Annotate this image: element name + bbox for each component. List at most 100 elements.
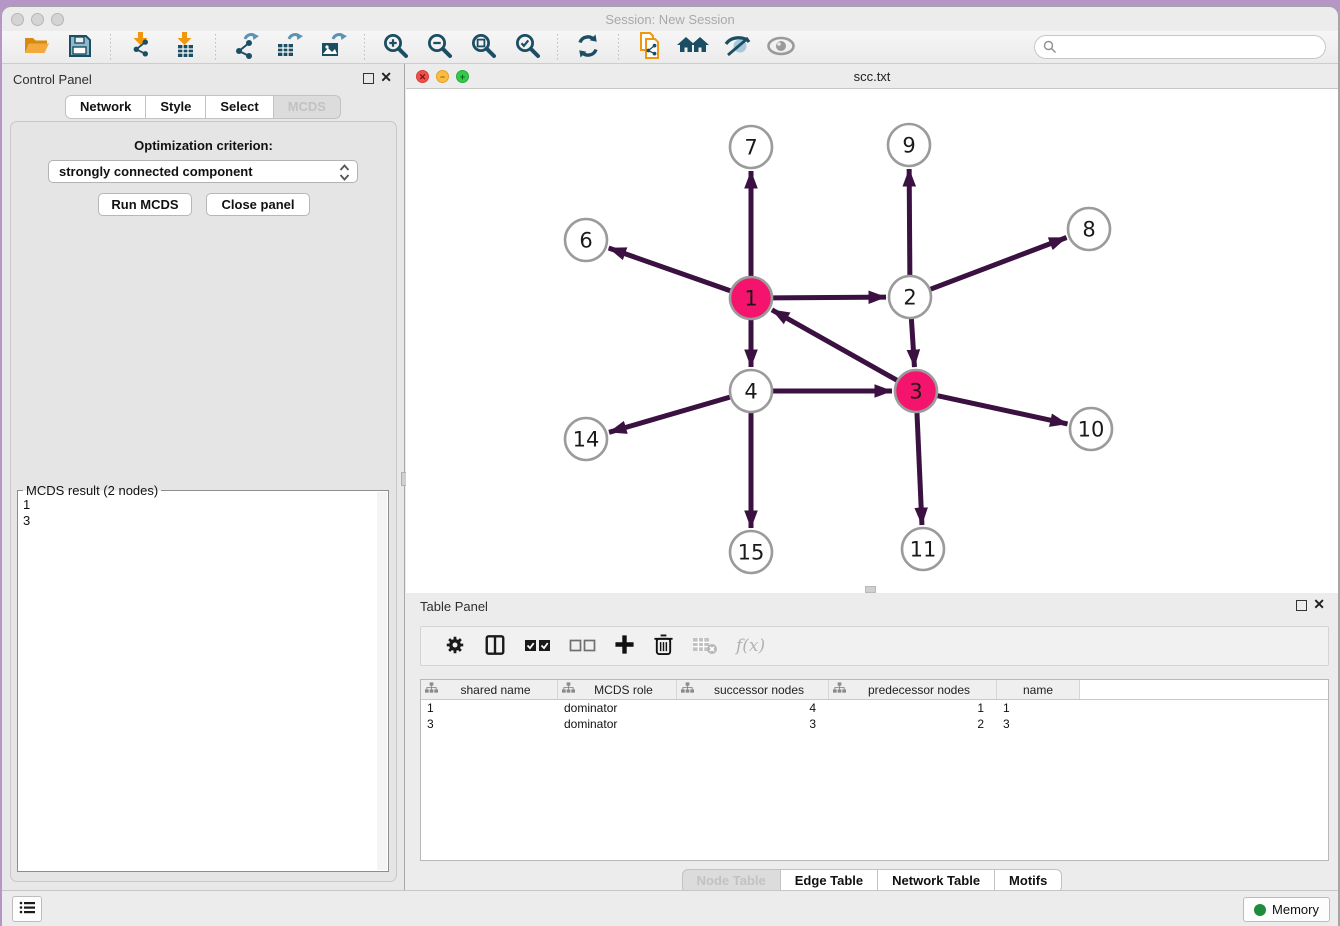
export-network-icon: [232, 32, 260, 63]
column-header-name[interactable]: name: [997, 680, 1080, 699]
select-all-button[interactable]: [524, 636, 551, 657]
import-network-button[interactable]: [126, 33, 156, 61]
import-table-button[interactable]: [170, 33, 200, 61]
table-row[interactable]: 3dominator323: [421, 716, 1328, 732]
cell-shared-name[interactable]: 1: [421, 701, 558, 715]
export-network-button[interactable]: [231, 33, 261, 61]
edge-2-8[interactable]: [931, 238, 1067, 290]
export-table-button[interactable]: [275, 33, 305, 61]
home-gallery-button[interactable]: [678, 33, 708, 61]
status-bar: Memory: [2, 890, 1338, 926]
float-panel-icon[interactable]: [363, 73, 374, 84]
memory-button[interactable]: Memory: [1243, 897, 1330, 922]
horizontal-splitter-handle[interactable]: [865, 586, 876, 593]
float-table-panel-icon[interactable]: [1296, 600, 1307, 611]
network-canvas[interactable]: 7 9 6 8 1 2 4 3 14 10 15 11: [406, 89, 1338, 593]
node-1[interactable]: 1: [730, 277, 772, 319]
node-14[interactable]: 14: [565, 418, 607, 460]
cell-shared-name[interactable]: 3: [421, 717, 558, 731]
node-6[interactable]: 6: [565, 219, 607, 261]
node-10[interactable]: 10: [1070, 408, 1112, 450]
column-header-MCDS-role[interactable]: MCDS role: [558, 680, 677, 699]
cell-name[interactable]: 3: [997, 717, 1080, 731]
svg-text:1: 1: [744, 287, 757, 311]
node-2[interactable]: 2: [889, 276, 931, 318]
close-table-panel-icon[interactable]: ✕: [1313, 597, 1325, 611]
svg-text:4: 4: [744, 380, 757, 404]
toolbar-separator: [364, 34, 365, 60]
node-15[interactable]: 15: [730, 531, 772, 573]
cell-MCDS-role[interactable]: dominator: [558, 717, 677, 731]
zoom-in-button[interactable]: [380, 33, 410, 61]
edge-4-14[interactable]: [609, 397, 730, 432]
close-panel-icon[interactable]: ✕: [380, 70, 392, 84]
cell-successor-nodes[interactable]: 3: [677, 717, 829, 731]
network-view: ✕ − + scc.txt 7 9 6 8 1 2 4 3 14 10 15 11: [406, 64, 1338, 593]
zoom-out-button[interactable]: [424, 33, 454, 61]
delete-table-button[interactable]: [692, 635, 718, 658]
node-table[interactable]: shared nameMCDS rolesuccessor nodesprede…: [420, 679, 1329, 861]
run-mcds-button[interactable]: Run MCDS: [98, 193, 192, 216]
tab-style[interactable]: Style: [146, 95, 206, 119]
toolbar-separator: [215, 34, 216, 60]
edge-3-1[interactable]: [772, 310, 897, 380]
task-history-button[interactable]: [12, 896, 42, 922]
cell-predecessor-nodes[interactable]: 1: [829, 701, 997, 715]
column-layout-icon: [484, 634, 506, 659]
select-all-icon: [524, 636, 551, 657]
tab-network[interactable]: Network: [65, 95, 146, 119]
network-window-titlebar: ✕ − + scc.txt: [406, 64, 1338, 89]
refresh-button[interactable]: [573, 33, 603, 61]
column-layout-button[interactable]: [484, 634, 506, 659]
close-panel-button[interactable]: Close panel: [206, 193, 310, 216]
duplicate-network-button[interactable]: [634, 33, 664, 61]
column-header-predecessor-nodes[interactable]: predecessor nodes: [829, 680, 997, 699]
mcds-pane: Optimization criterion: strongly connect…: [10, 121, 397, 882]
memory-status-icon: [1254, 904, 1266, 916]
cell-name[interactable]: 1: [997, 701, 1080, 715]
node-8[interactable]: 8: [1068, 208, 1110, 250]
tab-mcds[interactable]: MCDS: [274, 95, 341, 119]
hide-graphics-details-button[interactable]: [722, 33, 752, 61]
edge-3-10[interactable]: [937, 396, 1067, 424]
edge-1-6[interactable]: [609, 248, 731, 291]
cell-successor-nodes[interactable]: 4: [677, 701, 829, 715]
table-toolbar: f(x): [420, 626, 1329, 666]
edge-1-2[interactable]: [773, 297, 886, 298]
edge-2-9[interactable]: [909, 169, 910, 275]
node-9[interactable]: 9: [888, 124, 930, 166]
criterion-dropdown[interactable]: strongly connected component: [48, 160, 358, 183]
cell-predecessor-nodes[interactable]: 2: [829, 717, 997, 731]
search-input[interactable]: [1034, 35, 1326, 59]
zoom-selected-button[interactable]: [512, 33, 542, 61]
title-bar: Session: New Session: [2, 7, 1338, 31]
zoom-fit-button[interactable]: [468, 33, 498, 61]
show-graphics-details-button[interactable]: [766, 33, 796, 61]
main-toolbar: [2, 31, 1338, 64]
refresh-icon: [575, 33, 601, 62]
cell-MCDS-role[interactable]: dominator: [558, 701, 677, 715]
edge-3-11[interactable]: [917, 413, 922, 525]
export-image-button[interactable]: [319, 33, 349, 61]
add-column-button[interactable]: [614, 634, 635, 658]
delete-column-button[interactable]: [653, 633, 674, 659]
node-3[interactable]: 3: [895, 370, 937, 412]
function-builder-button[interactable]: f(x): [736, 636, 765, 656]
node-7[interactable]: 7: [730, 126, 772, 168]
table-row[interactable]: 1dominator411: [421, 700, 1328, 716]
edge-2-3[interactable]: [911, 319, 914, 367]
save-session-button[interactable]: [65, 33, 95, 61]
result-scrollbar[interactable]: [377, 492, 387, 870]
network-graph[interactable]: 7 9 6 8 1 2 4 3 14 10 15 11: [406, 89, 1339, 593]
node-11[interactable]: 11: [902, 528, 944, 570]
add-column-icon: [614, 634, 635, 658]
column-header-successor-nodes[interactable]: successor nodes: [677, 680, 829, 699]
svg-text:6: 6: [579, 229, 592, 253]
tree-hierarchy-icon: [681, 682, 694, 697]
node-4[interactable]: 4: [730, 370, 772, 412]
column-header-shared-name[interactable]: shared name: [421, 680, 558, 699]
tab-select[interactable]: Select: [206, 95, 273, 119]
open-file-button[interactable]: [21, 33, 51, 61]
clear-selection-button[interactable]: [569, 636, 596, 657]
settings-gear-button[interactable]: [444, 634, 466, 659]
